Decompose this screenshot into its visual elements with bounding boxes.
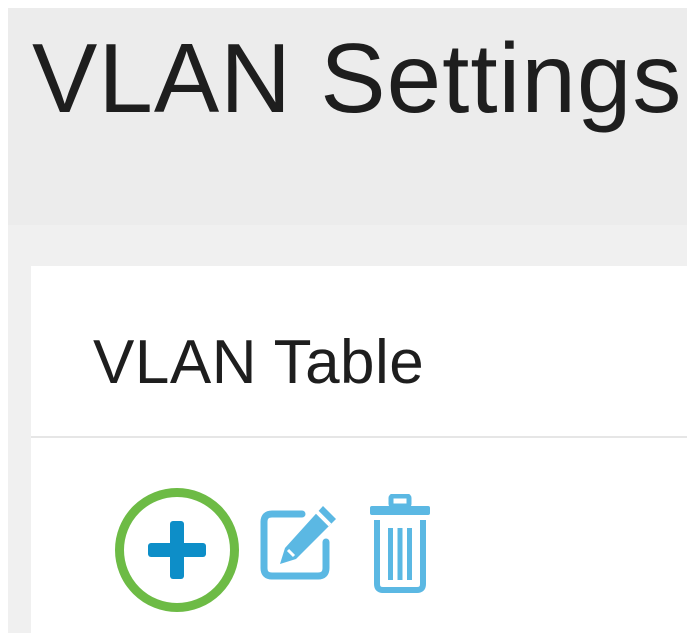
plus-icon (148, 521, 206, 579)
trash-icon[interactable] (367, 494, 433, 594)
vlan-table-card: VLAN Table (31, 266, 687, 633)
edit-icon[interactable] (256, 500, 340, 584)
table-toolbar (31, 440, 687, 633)
top-strip (0, 0, 687, 8)
page-title: VLAN Settings (32, 23, 683, 133)
page-header: VLAN Settings (8, 8, 687, 225)
card-header: VLAN Table (31, 266, 687, 438)
card-title: VLAN Table (93, 328, 425, 397)
add-button[interactable] (115, 488, 239, 612)
